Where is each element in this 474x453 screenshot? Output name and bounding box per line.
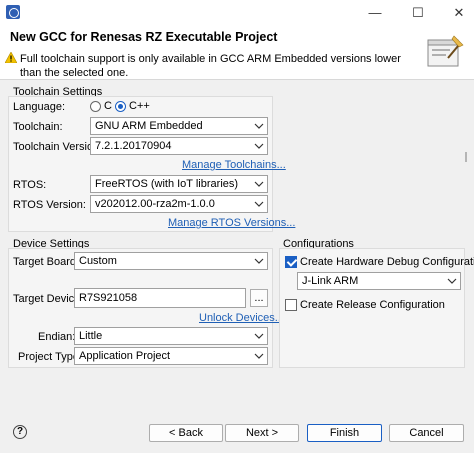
chevron-down-icon <box>254 181 264 187</box>
target-board-value: Custom <box>79 255 117 267</box>
language-cpp-radio[interactable] <box>115 101 126 112</box>
debugger-select[interactable]: J-Link ARM <box>297 272 461 290</box>
warning-message: Full toolchain support is only available… <box>20 53 401 79</box>
language-c-radio[interactable] <box>90 101 101 112</box>
browse-device-button[interactable]: ... <box>250 289 268 307</box>
chevron-down-icon <box>254 353 264 359</box>
chevron-down-icon <box>254 123 264 129</box>
debugger-value: J-Link ARM <box>302 275 359 287</box>
minimize-button[interactable]: — <box>360 2 390 24</box>
app-icon <box>6 5 20 19</box>
endian-select[interactable]: Little <box>74 327 268 345</box>
target-board-select[interactable]: Custom <box>74 252 268 270</box>
next-button[interactable]: Next > <box>225 424 299 442</box>
toolchain-select[interactable]: GNU ARM Embedded <box>90 117 268 135</box>
maximize-button[interactable]: ☐ <box>403 2 433 24</box>
hw-debug-checkbox[interactable] <box>285 256 297 268</box>
toolchain-value: GNU ARM Embedded <box>95 120 203 132</box>
project-type-label: Project Type: <box>18 351 82 363</box>
wizard-banner-icon <box>427 35 464 67</box>
warning-icon <box>5 52 17 63</box>
language-label: Language: <box>13 101 65 113</box>
unlock-devices-link[interactable]: Unlock Devices... <box>199 312 284 324</box>
target-device-value: R7S921058 <box>79 292 138 304</box>
chevron-down-icon <box>254 333 264 339</box>
project-type-select[interactable]: Application Project <box>74 347 268 365</box>
toolchain-version-select[interactable]: 7.2.1.20170904 <box>90 137 268 155</box>
release-checkbox[interactable] <box>285 299 297 311</box>
chevron-down-icon <box>254 201 264 207</box>
finish-button[interactable]: Finish <box>307 424 382 442</box>
chevron-down-icon <box>254 258 264 264</box>
release-label: Create Release Configuration <box>300 299 445 311</box>
rtos-version-select[interactable]: v202012.00-rza2m-1.0.0 <box>90 195 268 213</box>
toolchain-version-value: 7.2.1.20170904 <box>95 140 172 152</box>
chevron-down-icon <box>254 143 264 149</box>
back-button[interactable]: < Back <box>149 424 223 442</box>
wizard-title: New GCC for Renesas RZ Executable Projec… <box>10 30 278 44</box>
rtos-label: RTOS: <box>13 179 47 191</box>
rtos-value: FreeRTOS (with IoT libraries) <box>95 178 239 190</box>
target-device-label: Target Device: <box>13 293 84 305</box>
language-cpp-label: C++ <box>129 100 150 112</box>
window-titlebar: — ☐ ✕ <box>0 0 474 26</box>
language-c-label: C <box>104 100 112 112</box>
manage-rtos-versions-link[interactable]: Manage RTOS Versions... <box>168 217 295 229</box>
hw-debug-label: Create Hardware Debug Configuration <box>300 256 474 268</box>
help-icon[interactable]: ? <box>13 425 27 439</box>
endian-label: Endian: <box>38 331 76 343</box>
rtos-version-value: v202012.00-rza2m-1.0.0 <box>95 198 215 210</box>
target-device-field[interactable]: R7S921058 <box>74 288 246 308</box>
endian-value: Little <box>79 330 103 342</box>
rtos-version-label: RTOS Version: <box>13 199 86 211</box>
project-type-value: Application Project <box>79 350 171 362</box>
toolchain-label: Toolchain: <box>13 121 63 133</box>
rtos-select[interactable]: FreeRTOS (with IoT libraries) <box>90 175 268 193</box>
vertical-scrollbar[interactable] <box>465 152 467 162</box>
cancel-button[interactable]: Cancel <box>389 424 464 442</box>
toolchain-version-label: Toolchain Version: <box>13 141 103 153</box>
chevron-down-icon <box>447 278 457 284</box>
wizard-header: New GCC for Renesas RZ Executable Projec… <box>0 26 474 80</box>
target-board-label: Target Board: <box>13 256 80 268</box>
close-button[interactable]: ✕ <box>444 2 474 24</box>
manage-toolchains-link[interactable]: Manage Toolchains... <box>182 159 286 171</box>
